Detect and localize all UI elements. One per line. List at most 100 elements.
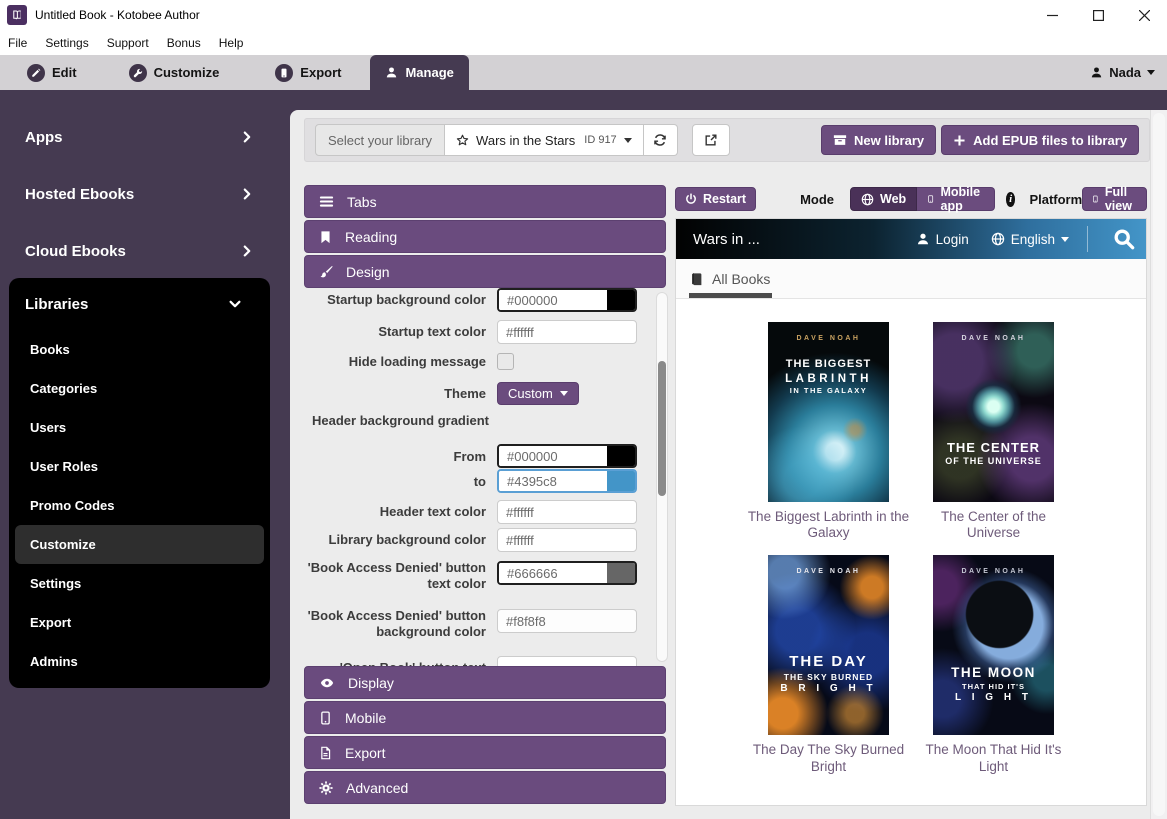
book-title[interactable]: The Moon That Hid It's Light — [913, 742, 1075, 774]
open-book-text-input[interactable] — [497, 656, 637, 666]
book-title[interactable]: The Biggest Labrinth in the Galaxy — [748, 509, 910, 541]
sidebar-item-user-roles[interactable]: User Roles — [15, 447, 264, 486]
language-dropdown[interactable]: English — [991, 232, 1069, 247]
cover-author: DAVE NOAH — [768, 568, 889, 575]
search-button[interactable] — [1102, 219, 1146, 259]
restart-button[interactable]: Restart — [675, 187, 756, 211]
accordion-reading[interactable]: Reading — [304, 220, 666, 253]
tab-manage[interactable]: Manage — [370, 55, 468, 90]
library-bg-color-input[interactable] — [497, 528, 637, 552]
menu-file[interactable]: File — [0, 36, 36, 50]
sidebar-item-export[interactable]: Export — [15, 603, 264, 642]
accordion-design[interactable]: Design — [304, 255, 666, 288]
startup-bg-color-input[interactable] — [499, 290, 607, 310]
accordion-export[interactable]: Export — [304, 736, 666, 769]
login-button[interactable]: Login — [916, 232, 969, 247]
book-card[interactable]: DAVE NOAH THE DAY THE SKY BURNED B R I G… — [746, 555, 911, 774]
gradient-from-input[interactable] — [499, 446, 607, 466]
accordion-tabs[interactable]: Tabs — [304, 185, 666, 218]
sidebar-item-customize[interactable]: Customize — [15, 525, 264, 564]
tab-edit-label: Edit — [52, 65, 77, 80]
full-view-label: Full view — [1105, 185, 1137, 213]
info-icon[interactable]: i — [1006, 192, 1016, 207]
color-swatch[interactable] — [607, 471, 635, 491]
tab-export[interactable]: Export — [260, 55, 356, 90]
close-button[interactable] — [1121, 0, 1167, 30]
sidebar-item-cloud-ebooks[interactable]: Cloud Ebooks — [25, 240, 254, 262]
color-swatch[interactable] — [607, 446, 635, 466]
brush-icon — [319, 265, 333, 279]
maximize-button[interactable] — [1075, 0, 1121, 30]
mode-label: Mode — [800, 192, 834, 207]
sidebar-item-users[interactable]: Users — [15, 408, 264, 447]
sidebar-item-admins[interactable]: Admins — [15, 642, 264, 681]
libraries-panel: Libraries Books Categories Users User Ro… — [9, 278, 270, 688]
sidebar-item-promo-codes[interactable]: Promo Codes — [15, 486, 264, 525]
accordion-mobile[interactable]: Mobile — [304, 701, 666, 734]
scrollbar-thumb[interactable] — [658, 361, 666, 496]
startup-text-color-input[interactable] — [497, 320, 637, 344]
cover-title-line: THAT HID IT'S — [933, 682, 1054, 691]
minimize-button[interactable] — [1029, 0, 1075, 30]
cover-title-line: OF THE UNIVERSE — [933, 456, 1054, 467]
user-menu[interactable]: Nada — [1090, 55, 1155, 90]
theme-dropdown[interactable]: Custom — [497, 382, 579, 405]
library-header: Wars in ... Login English — [676, 219, 1146, 259]
gradient-to-input[interactable] — [499, 471, 607, 491]
chevron-right-icon — [240, 130, 254, 144]
tab-customize[interactable]: Customize — [114, 55, 235, 90]
book-cover[interactable]: DAVE NOAH THE MOON THAT HID IT'S L I G H… — [933, 555, 1054, 735]
menu-bonus[interactable]: Bonus — [158, 36, 210, 50]
person-icon — [385, 66, 398, 79]
color-swatch[interactable] — [607, 290, 635, 310]
gradient-from-group — [497, 444, 637, 468]
bad-text-color-input[interactable] — [499, 563, 607, 583]
book-cover[interactable]: DAVE NOAH THE DAY THE SKY BURNED B R I G… — [768, 555, 889, 735]
field-label: to — [304, 469, 486, 490]
accordion-advanced[interactable]: Advanced — [304, 771, 666, 804]
sidebar-item-settings[interactable]: Settings — [15, 564, 264, 603]
sidebar-item-books[interactable]: Books — [15, 330, 264, 369]
header-text-color-input[interactable] — [497, 500, 637, 524]
sidebar-item-categories[interactable]: Categories — [15, 369, 264, 408]
sidebar-item-libraries[interactable]: Libraries — [9, 278, 270, 330]
menu-support[interactable]: Support — [98, 36, 158, 50]
book-title[interactable]: The Center of the Universe — [913, 509, 1075, 541]
book-cover[interactable]: DAVE NOAH THE CENTER OF THE UNIVERSE — [933, 322, 1054, 502]
color-swatch[interactable] — [607, 563, 635, 583]
refresh-button[interactable] — [644, 124, 678, 156]
book-card[interactable]: DAVE NOAH THE MOON THAT HID IT'S L I G H… — [911, 555, 1076, 774]
accordion-export-label: Export — [345, 745, 385, 761]
mode-mobile-app-button[interactable]: Mobile app — [917, 187, 995, 211]
tab-export-label: Export — [300, 65, 341, 80]
mode-web-button[interactable]: Web — [850, 187, 917, 211]
tab-all-books[interactable]: All Books — [690, 271, 770, 287]
menu-settings[interactable]: Settings — [36, 36, 97, 50]
full-view-button[interactable]: Full view — [1082, 187, 1147, 211]
main-scrollbar[interactable] — [1150, 110, 1167, 819]
new-library-button[interactable]: New library — [821, 125, 936, 155]
accordion-mobile-label: Mobile — [345, 710, 386, 726]
tab-edit[interactable]: Edit — [12, 55, 92, 90]
book-cover[interactable]: DAVE NOAH THE BIGGEST LABRINTH IN THE GA… — [768, 322, 889, 502]
field-label: 'Book Access Denied' button text color — [304, 556, 486, 593]
menu-help[interactable]: Help — [210, 36, 253, 50]
book-card[interactable]: DAVE NOAH THE CENTER OF THE UNIVERSE The… — [911, 322, 1076, 541]
bad-bg-color-input[interactable] — [497, 609, 637, 633]
design-scrollbar[interactable] — [656, 292, 668, 662]
archive-box-icon — [833, 133, 847, 147]
power-icon — [685, 193, 697, 205]
library-preview: Wars in ... Login English — [675, 218, 1147, 806]
menubar: File Settings Support Bonus Help — [0, 30, 1167, 55]
field-label: 'Book Access Denied' button background c… — [304, 604, 486, 641]
open-external-button[interactable] — [692, 124, 730, 156]
book-title[interactable]: The Day The Sky Burned Bright — [748, 742, 910, 774]
add-epub-button[interactable]: Add EPUB files to library — [941, 125, 1139, 155]
field-label: Hide loading message — [304, 350, 486, 370]
hide-loading-checkbox[interactable] — [497, 353, 514, 370]
accordion-display[interactable]: Display — [304, 666, 666, 699]
sidebar-item-hosted-ebooks[interactable]: Hosted Ebooks — [25, 183, 254, 205]
sidebar-item-apps[interactable]: Apps — [25, 126, 254, 148]
library-selector-dropdown[interactable]: Wars in the Stars ID 917 — [445, 124, 644, 156]
book-card[interactable]: DAVE NOAH THE BIGGEST LABRINTH IN THE GA… — [746, 322, 911, 541]
